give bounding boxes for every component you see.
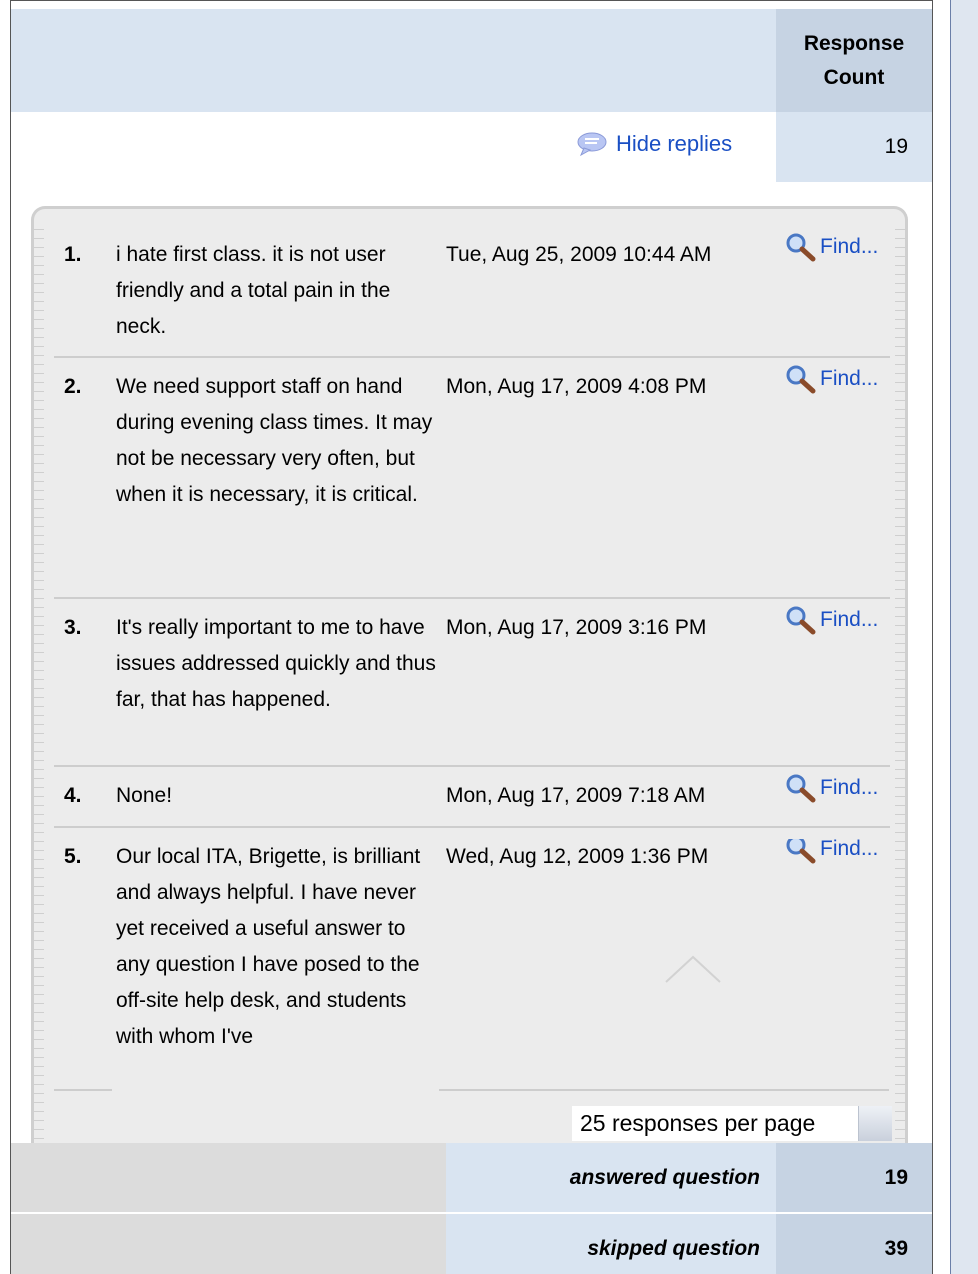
skipped-question-label: skipped question [446,1214,776,1274]
per-page-label[interactable]: 25 responses per page [572,1110,815,1137]
find-label[interactable]: Find... [820,602,878,638]
find-label[interactable]: Find... [820,229,878,265]
hide-replies-label[interactable]: Hide replies [616,131,732,157]
magnifier-icon [786,839,816,864]
reply-text: i hate first class. it is not user frien… [116,243,391,338]
list-bottom-rule [439,1089,889,1091]
response-count-value: 19 [776,112,932,182]
response-count-header: Response Count [776,9,932,112]
reply-number: 5. [64,845,82,868]
summary-blank-cell [11,1143,446,1212]
answered-question-row: answered question 19 [11,1143,932,1212]
reply-date: Mon, Aug 17, 2009 3:16 PM [446,616,707,639]
reply-number: 3. [64,616,82,639]
magnifier-icon [786,606,816,635]
speech-bubble-icon [577,132,607,157]
find-link[interactable]: Find... [784,839,878,867]
find-label[interactable]: Find... [820,361,878,397]
magnifier-icon [786,233,816,262]
reply-text: We need support staff on hand during eve… [116,375,433,506]
reply-number: 1. [64,243,82,266]
reply-text: None! [116,784,173,807]
per-page-select[interactable]: 25 responses per page [572,1106,892,1141]
reply-date: Mon, Aug 17, 2009 4:08 PM [446,375,707,398]
reply-row-3: 3. It's really important to me to have i… [54,606,890,767]
magnifier-icon [786,365,816,394]
answered-question-value: 19 [776,1143,932,1212]
replies-toggle-row: Hide replies 19 [11,112,932,182]
reply-row-4: 4. None! Mon, Aug 17, 2009 7:18 AM Find.… [54,774,890,828]
scrollbar-rail[interactable] [950,0,978,1274]
summary-blank-cell [11,1214,446,1274]
reply-row-2: 2. We need support staff on hand during … [54,365,890,599]
skipped-question-row: skipped question 39 [11,1214,932,1274]
find-label[interactable]: Find... [820,770,878,806]
magnifier-icon [786,774,816,803]
replies-list[interactable]: 1. i hate first class. it is not user fr… [31,206,908,1143]
find-link[interactable]: Find... [784,229,878,265]
hide-replies-link[interactable]: Hide replies [576,131,732,157]
survey-question-panel: Response Count Hide replies 19 1. i hate… [10,0,933,1274]
list-bottom-rule [54,1089,112,1091]
dropdown-arrow-icon[interactable] [858,1106,892,1141]
reply-text: It's really important to me to have issu… [116,616,436,711]
reply-number: 4. [64,784,82,807]
find-link[interactable]: Find... [784,770,878,806]
skipped-question-value: 39 [776,1214,932,1274]
reply-date: Wed, Aug 12, 2009 1:36 PM [446,845,709,868]
reply-number: 2. [64,375,82,398]
reply-row-5: 5. Our local ITA, Brigette, is brilliant… [54,839,890,1089]
reply-date: Mon, Aug 17, 2009 7:18 AM [446,784,706,807]
reply-row-1: 1. i hate first class. it is not user fr… [54,233,890,358]
answered-question-label: answered question [446,1143,776,1212]
find-link[interactable]: Find... [784,361,878,397]
find-label[interactable]: Find... [820,839,878,867]
chevron-up-icon[interactable] [664,954,722,984]
reply-date: Tue, Aug 25, 2009 10:44 AM [446,243,712,266]
reply-text: Our local ITA, Brigette, is brilliant an… [116,845,421,1048]
find-link[interactable]: Find... [784,602,878,638]
